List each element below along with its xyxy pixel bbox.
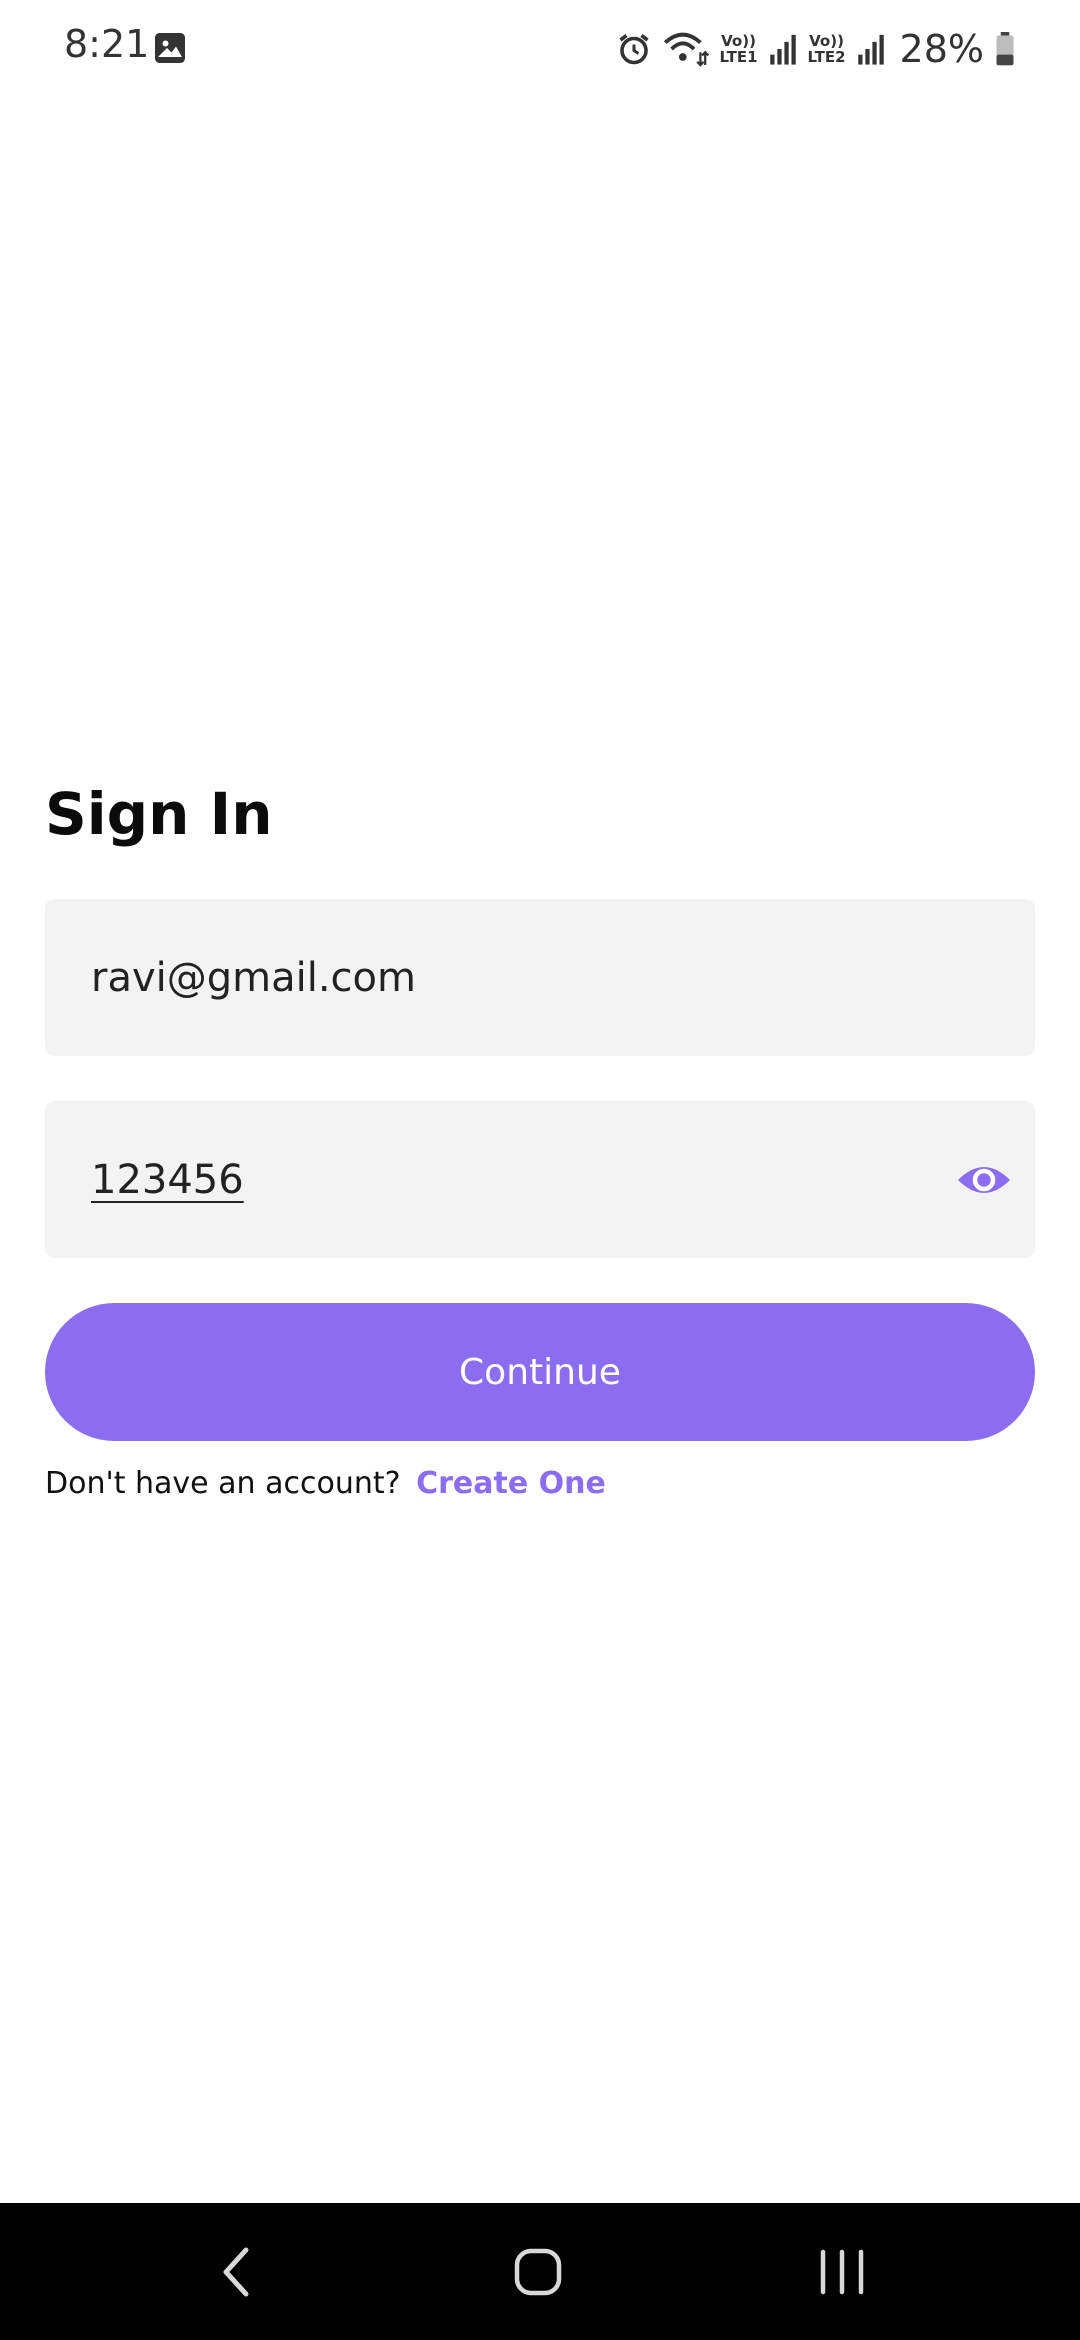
wifi-icon <box>663 32 709 67</box>
signal-icon <box>769 34 796 65</box>
home-icon <box>514 2248 562 2295</box>
signal-icon <box>857 34 884 65</box>
home-button[interactable] <box>458 2203 618 2340</box>
password-value: 123456 <box>91 1156 244 1203</box>
network-1-label: Vo)) LTE1 <box>719 32 758 66</box>
email-field[interactable]: ravi@gmail.com <box>45 899 1035 1056</box>
email-value: ravi@gmail.com <box>91 954 416 1001</box>
create-account-link[interactable]: Create One <box>416 1466 606 1501</box>
alarm-icon <box>618 34 649 65</box>
navigation-bar <box>0 2203 1080 2340</box>
status-icons: Vo)) LTE1 Vo)) LTE2 28% <box>616 24 1016 74</box>
back-button[interactable] <box>156 2203 316 2340</box>
password-field[interactable]: 123456 <box>45 1101 1035 1258</box>
back-icon <box>223 2247 249 2296</box>
no-account-text: Don't have an account? <box>45 1466 401 1501</box>
page-title: Sign In <box>45 780 273 848</box>
status-bar: 8:21 Vo)) LTE1 Vo)) LTE2 28% <box>0 0 1080 100</box>
signup-row: Don't have an account? Create One <box>45 1466 606 1501</box>
recent-apps-button[interactable] <box>762 2203 922 2340</box>
recent-apps-icon <box>820 2249 864 2294</box>
eye-icon[interactable] <box>955 1160 1013 1200</box>
battery-icon <box>996 32 1014 66</box>
battery-percent: 28% <box>899 27 984 71</box>
network-2-label: Vo)) LTE2 <box>807 32 846 66</box>
status-time: 8:21 <box>64 22 150 66</box>
gallery-icon <box>155 33 185 63</box>
continue-button[interactable]: Continue <box>45 1303 1035 1441</box>
